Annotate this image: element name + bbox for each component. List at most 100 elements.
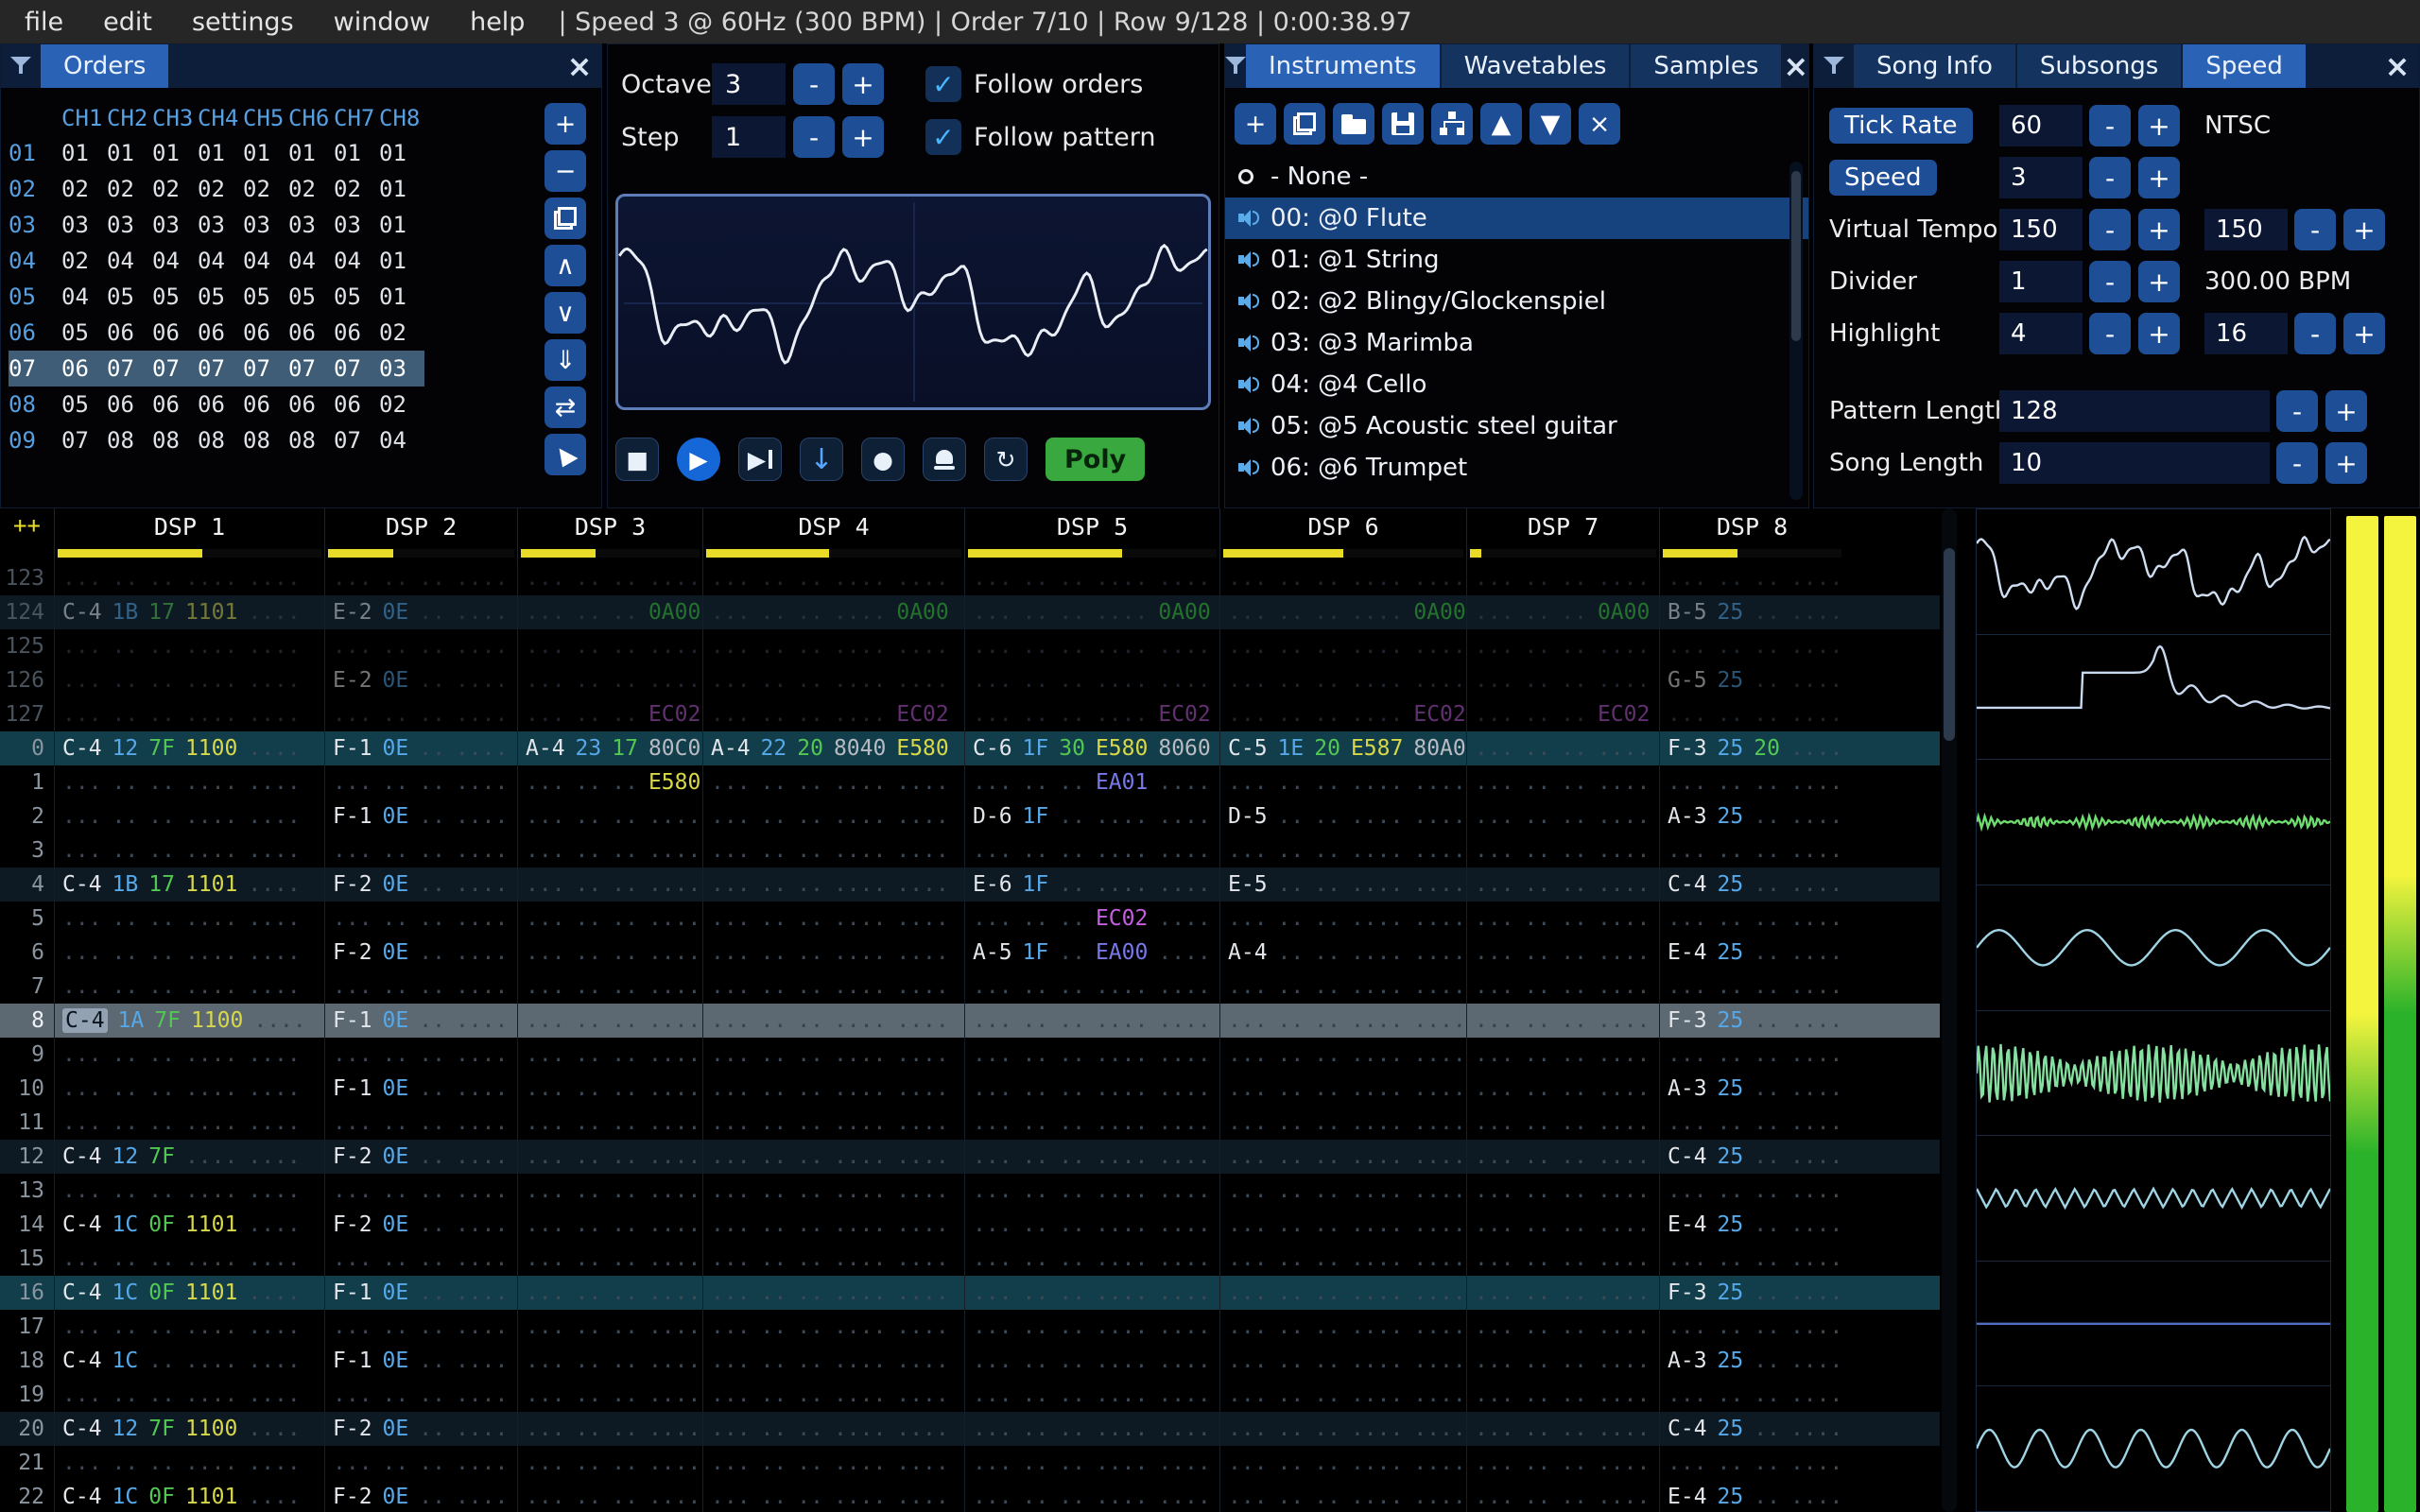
order-cell[interactable]: 07 — [61, 422, 107, 458]
pattern-cell[interactable]: ........... 0A00 — [964, 595, 1219, 629]
pattern-cell[interactable]: ............... — [54, 1038, 324, 1072]
pattern-cell[interactable]: ............... — [1219, 1276, 1466, 1310]
pattern-cell[interactable]: ........... 0A00 — [702, 595, 964, 629]
pattern-cell[interactable]: ............... — [702, 1106, 964, 1140]
order-cell[interactable]: 03 — [334, 207, 379, 243]
pattern-cell[interactable]: ........... — [1466, 1310, 1659, 1344]
pattern-cell[interactable]: E-4 25...... — [1659, 936, 1844, 970]
order-cell[interactable]: 07 — [107, 351, 152, 387]
pattern-cell[interactable]: ........... — [1659, 629, 1844, 663]
increase-button[interactable]: + — [2138, 105, 2180, 146]
pattern-cell[interactable]: ........... — [324, 1446, 517, 1480]
order-cell[interactable]: 03 — [379, 351, 424, 387]
pattern-cell[interactable]: ............... — [54, 1378, 324, 1412]
pattern-cell[interactable]: ............... — [964, 1242, 1219, 1276]
pattern-cell[interactable]: A-5 1F.. EA00.... — [964, 936, 1219, 970]
pattern-cell[interactable]: ........... — [517, 1174, 702, 1208]
pattern-cell[interactable]: ........... — [1466, 1106, 1659, 1140]
pattern-cell[interactable]: A-3 25...... — [1659, 1072, 1844, 1106]
tab-wavetables[interactable]: Wavetables — [1441, 44, 1630, 88]
menu-settings[interactable]: settings — [172, 8, 314, 37]
pattern-cell[interactable]: ........... — [517, 1242, 702, 1276]
play-button[interactable]: ▶ — [677, 438, 720, 481]
tab-song-info[interactable]: Song Info — [1854, 44, 2015, 88]
pattern-cell[interactable]: ........... — [517, 833, 702, 868]
order-cell[interactable]: 06 — [198, 387, 243, 422]
tab-orders[interactable]: Orders — [41, 44, 169, 88]
pattern-cell[interactable]: C-4 25...... — [1659, 1412, 1844, 1446]
decrease-button[interactable]: - — [2276, 390, 2318, 432]
pattern-cell[interactable]: ............... — [1219, 1310, 1466, 1344]
menu-file[interactable]: file — [0, 8, 83, 37]
pattern-cell[interactable]: ............... — [702, 1344, 964, 1378]
decrease-button[interactable]: - — [2294, 313, 2336, 354]
order-cell[interactable]: 08 — [152, 422, 198, 458]
order-cell[interactable]: 01 — [379, 207, 424, 243]
pattern-cell[interactable]: ........... — [324, 1174, 517, 1208]
pattern-cell[interactable]: ........... — [517, 1276, 702, 1310]
decrease-button[interactable]: - — [2089, 105, 2131, 146]
instrument-item[interactable]: 02: @2 Blingy/Glockenspiel — [1225, 281, 1808, 322]
order-cell[interactable]: 03 — [288, 207, 334, 243]
pattern-cell[interactable]: ............... — [54, 663, 324, 697]
pattern-cell[interactable]: ....... EC02.... — [964, 902, 1219, 936]
pattern-cell[interactable]: ............... — [702, 970, 964, 1004]
order-cell[interactable]: 06 — [334, 315, 379, 351]
channel-header[interactable]: DSP 3 — [517, 508, 702, 561]
increase-button[interactable]: + — [2343, 209, 2385, 250]
order-cell[interactable]: 01 — [61, 135, 107, 171]
pattern-cell[interactable]: ........... — [517, 1446, 702, 1480]
highlight-input[interactable]: 16 — [2204, 313, 2288, 354]
pattern-cell[interactable]: E-5............ — [1219, 868, 1466, 902]
pattern-cell[interactable]: ........... — [1659, 1038, 1844, 1072]
increase-button[interactable]: + — [2138, 261, 2180, 302]
tick-rate-label[interactable]: Tick Rate — [1829, 108, 1973, 144]
pattern-cell[interactable]: ........... — [517, 1378, 702, 1412]
instrument-folders-button[interactable] — [1431, 103, 1473, 145]
pattern-cell[interactable]: C-4 1C 0F 1101.... — [54, 1208, 324, 1242]
pattern-cell[interactable]: ........... — [1466, 1208, 1659, 1242]
pattern-cell[interactable]: C-4 25...... — [1659, 868, 1844, 902]
pattern-cell[interactable]: E-2 0E...... — [324, 595, 517, 629]
pattern-cell[interactable]: ........... — [1466, 1480, 1659, 1512]
pattern-cell[interactable]: ........... — [1466, 1446, 1659, 1480]
close-orders-button[interactable]: × — [558, 44, 601, 88]
pattern-cell[interactable]: C-4 1A 7F 1100.... — [54, 1004, 324, 1038]
increase-button[interactable]: + — [2325, 390, 2367, 432]
tab-instruments[interactable]: Instruments — [1246, 44, 1440, 88]
order-cell[interactable]: 03 — [152, 207, 198, 243]
pattern-cell[interactable]: ........... — [517, 1038, 702, 1072]
pattern-cell[interactable]: ............... — [54, 697, 324, 731]
order-cell[interactable]: 05 — [152, 279, 198, 315]
order-cell[interactable]: 01 — [243, 135, 288, 171]
increase-button[interactable]: + — [2138, 313, 2180, 354]
pattern-cell[interactable]: ............... — [1219, 833, 1466, 868]
pattern-cell[interactable]: ....... 0A00 — [1466, 595, 1659, 629]
duplicate-instrument-button[interactable] — [1284, 103, 1325, 145]
open-instrument-button[interactable] — [1333, 103, 1374, 145]
pattern-cell[interactable]: F-3 25 20.... — [1659, 731, 1844, 765]
pattern-cell[interactable]: ............... — [1219, 663, 1466, 697]
pattern-cell[interactable]: D-5............ — [1219, 799, 1466, 833]
decrease-button[interactable]: - — [2089, 261, 2131, 302]
pattern-cell[interactable]: ............... — [964, 1378, 1219, 1412]
close-instruments-button[interactable]: × — [1783, 44, 1808, 88]
pattern-cell[interactable]: ........... — [1466, 902, 1659, 936]
pattern-cell[interactable]: ........... — [1659, 970, 1844, 1004]
instrument-item[interactable]: 06: @6 Trumpet — [1225, 447, 1808, 489]
pattern-cell[interactable]: ........... — [1466, 1242, 1659, 1276]
add-order-button[interactable]: + — [544, 103, 586, 145]
step-increase-button[interactable]: + — [842, 116, 884, 158]
pattern-cell[interactable]: ............... — [964, 629, 1219, 663]
pattern-cell[interactable]: ............... — [702, 1004, 964, 1038]
pattern-cell[interactable]: ........... — [1659, 1310, 1844, 1344]
menu-help[interactable]: help — [450, 8, 544, 37]
pattern-cell[interactable]: ............... — [54, 799, 324, 833]
pattern-cell[interactable]: ............... — [1219, 1106, 1466, 1140]
order-cell[interactable]: 04 — [198, 243, 243, 279]
pattern-cell[interactable]: F-1 0E...... — [324, 1276, 517, 1310]
pattern-cell[interactable]: A-3 25...... — [1659, 799, 1844, 833]
pattern-cell[interactable]: ............... — [1219, 561, 1466, 595]
pattern-cell[interactable]: ........... EC02 — [702, 697, 964, 731]
pattern-cell[interactable]: F-2 0E...... — [324, 1208, 517, 1242]
